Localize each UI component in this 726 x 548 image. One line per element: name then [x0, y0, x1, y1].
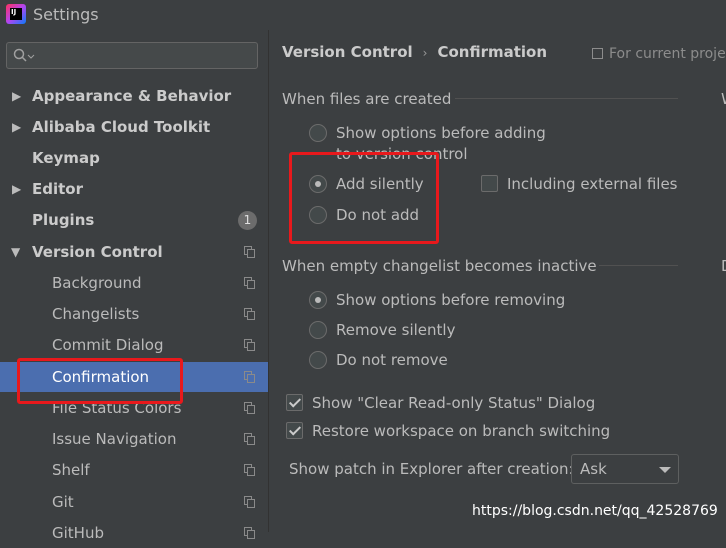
radio-label: Do not remove — [336, 351, 448, 369]
sidebar-item-keymap[interactable]: Keymap — [0, 143, 268, 173]
project-scope-icon — [244, 277, 256, 289]
checkbox-label: Show "Clear Read-only Status" Dialog — [312, 394, 596, 412]
breadcrumb-separator-icon: › — [422, 46, 428, 60]
intellij-app-icon: IJ — [6, 4, 26, 24]
radio-button[interactable] — [309, 124, 327, 142]
sidebar-item-version-control[interactable]: ▼ Version Control — [0, 237, 268, 267]
checkbox-checked[interactable] — [286, 422, 303, 439]
checkbox-including-external-files[interactable]: Including external files — [481, 175, 701, 195]
checkbox-label: Including external files — [507, 175, 678, 193]
sidebar-item-label: Editor — [32, 180, 83, 198]
scope-label: For current proje — [609, 46, 726, 62]
project-scope-icon — [244, 496, 256, 508]
expand-arrow-icon[interactable]: ▶ — [12, 174, 21, 204]
expand-arrow-icon[interactable]: ▶ — [12, 81, 21, 111]
group-divider — [455, 98, 678, 99]
sidebar-item-appearance-behavior[interactable]: ▶ Appearance & Behavior — [0, 81, 268, 111]
chevron-down-icon[interactable] — [659, 467, 671, 473]
checkbox-show-clear-readonly-dialog[interactable]: Show "Clear Read-only Status" Dialog — [286, 394, 606, 414]
sidebar-item-label: Plugins — [32, 211, 95, 229]
window-title: Settings — [33, 5, 99, 24]
radio-do-not-remove[interactable]: Do not remove — [309, 351, 509, 371]
sidebar-item-commit-dialog[interactable]: Commit Dialog — [0, 330, 268, 360]
show-patch-dropdown[interactable]: Ask — [571, 454, 679, 484]
settings-content-panel: Version Control › Confirmation For current… — [269, 30, 726, 532]
dropdown-value: Ask — [580, 460, 607, 478]
scope-indicator: For current proje — [592, 46, 726, 62]
project-scope-icon — [592, 48, 603, 59]
checkbox-checked[interactable] — [286, 394, 303, 411]
sidebar-item-label: Issue Navigation — [52, 430, 177, 448]
radio-show-options-before-removing[interactable]: Show options before removing — [309, 291, 589, 311]
sidebar-item-background[interactable]: Background — [0, 268, 268, 298]
radio-label: Show options before removing — [336, 291, 566, 309]
checkbox[interactable] — [481, 175, 498, 192]
files-created-group-title: When files are created — [282, 90, 452, 108]
sidebar-item-label: Alibaba Cloud Toolkit — [32, 118, 211, 136]
project-scope-icon — [244, 246, 256, 258]
radio-label: Show options before adding — [336, 124, 546, 142]
sidebar-item-shelf[interactable]: Shelf — [0, 455, 268, 485]
sidebar-item-changelists[interactable]: Changelists — [0, 299, 268, 329]
radio-button[interactable] — [309, 321, 327, 339]
project-scope-icon — [244, 433, 256, 445]
breadcrumb: Version Control › Confirmation — [282, 43, 547, 61]
watermark: https://blog.csdn.net/qq_42528769 — [472, 503, 718, 519]
plugins-update-badge: 1 — [238, 211, 257, 230]
radio-remove-silently[interactable]: Remove silently — [309, 321, 509, 341]
radio-button[interactable] — [309, 351, 327, 369]
sidebar-item-label: Keymap — [32, 149, 100, 167]
app-icon-text: IJ — [11, 8, 17, 16]
checkbox-restore-workspace[interactable]: Restore workspace on branch switching — [286, 422, 616, 442]
sidebar-item-label: Commit Dialog — [52, 336, 164, 354]
clipped-group-title: W — [721, 90, 726, 108]
sidebar-item-label: Shelf — [52, 461, 90, 479]
show-patch-label: Show patch in Explorer after creation: — [289, 460, 574, 478]
search-icon — [13, 48, 35, 62]
radio-label: Remove silently — [336, 321, 456, 339]
clipped-group-title: D — [721, 257, 726, 275]
annotation-highlight-confirmation — [17, 358, 183, 404]
sidebar-item-git[interactable]: Git — [0, 487, 268, 517]
radio-button-selected[interactable] — [309, 291, 327, 309]
project-scope-icon — [244, 371, 256, 383]
group-divider — [599, 265, 678, 266]
title-bar: IJ Settings — [0, 0, 726, 30]
annotation-highlight-add-options — [289, 152, 439, 244]
sidebar-item-alibaba-cloud-toolkit[interactable]: ▶ Alibaba Cloud Toolkit — [0, 112, 268, 142]
settings-search-input[interactable] — [6, 42, 258, 69]
sidebar-item-label: Background — [52, 274, 142, 292]
project-scope-icon — [244, 464, 256, 476]
project-scope-icon — [244, 339, 256, 351]
project-scope-icon — [244, 527, 256, 539]
settings-sidebar: ▶ Appearance & Behavior ▶ Alibaba Cloud … — [0, 30, 268, 542]
sidebar-item-label: Git — [52, 493, 74, 511]
sidebar-item-editor[interactable]: ▶ Editor — [0, 174, 268, 204]
project-scope-icon — [244, 308, 256, 320]
sidebar-item-label: GitHub — [52, 524, 104, 542]
checkbox-label: Restore workspace on branch switching — [312, 422, 611, 440]
sidebar-item-github[interactable]: GitHub — [0, 518, 268, 548]
breadcrumb-parent[interactable]: Version Control — [282, 43, 413, 61]
sidebar-item-issue-navigation[interactable]: Issue Navigation — [0, 424, 268, 454]
expand-arrow-icon[interactable]: ▶ — [12, 112, 21, 142]
project-scope-icon — [244, 402, 256, 414]
sidebar-item-plugins[interactable]: Plugins 1 — [0, 205, 268, 235]
collapse-arrow-icon[interactable]: ▼ — [11, 237, 20, 267]
sidebar-item-label: Appearance & Behavior — [32, 87, 232, 105]
sidebar-item-label: Changelists — [52, 305, 140, 323]
sidebar-item-label: Version Control — [32, 243, 163, 261]
changelist-inactive-group-title: When empty changelist becomes inactive — [282, 257, 597, 275]
breadcrumb-current: Confirmation — [437, 43, 548, 61]
